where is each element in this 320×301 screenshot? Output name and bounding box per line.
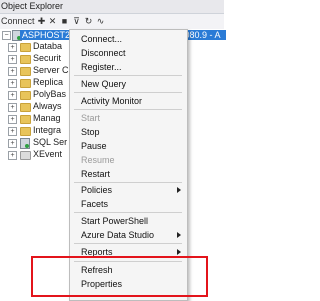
tree-item-label: PolyBas	[33, 89, 67, 99]
menu-item-restart[interactable]: Restart	[81, 169, 110, 180]
menu-item-new-query[interactable]: New Query	[81, 79, 126, 90]
chevron-right-icon	[177, 187, 181, 193]
menu-item-pause[interactable]: Pause	[81, 141, 107, 152]
object-explorer-toolbar: Connect ▾ ✚ ✕ ■ ⊽ ↻ ∿	[0, 14, 224, 38]
menu-item-resume: Resume	[81, 155, 115, 165]
chevron-right-icon	[177, 249, 181, 255]
folder-icon	[20, 127, 31, 136]
tree-item-label: XEvent	[33, 149, 63, 159]
menu-item-policies[interactable]: Policies	[81, 185, 181, 196]
menu-separator	[74, 92, 182, 93]
collapse-icon[interactable]: −	[2, 31, 11, 40]
tree-item-label: Securit	[33, 53, 62, 63]
connect-icon[interactable]: ✚	[37, 15, 46, 27]
folder-icon	[20, 43, 31, 52]
menu-item-start-powershell[interactable]: Start PowerShell	[81, 216, 148, 227]
menu-item-connect[interactable]: Connect...	[81, 34, 122, 45]
menu-separator	[74, 243, 182, 244]
agent-icon	[20, 138, 30, 149]
tree-item-label: SQL Ser	[33, 137, 68, 147]
tree-item-label: Manag	[33, 113, 61, 123]
folder-icon	[20, 55, 31, 64]
highlight-box	[31, 256, 208, 297]
panel-title: Object Explorer	[1, 1, 64, 11]
refresh-icon[interactable]: ↻	[84, 15, 93, 27]
folder-icon	[20, 91, 31, 100]
object-explorer-titlebar: Object Explorer	[0, 0, 224, 14]
menu-item-register[interactable]: Register...	[81, 62, 122, 73]
expand-icon[interactable]: +	[8, 103, 17, 112]
menu-separator	[74, 75, 182, 76]
expand-icon[interactable]: +	[8, 67, 17, 76]
tree-item-label: Integra	[33, 125, 62, 135]
expand-icon[interactable]: +	[8, 79, 17, 88]
menu-item-facets[interactable]: Facets	[81, 199, 108, 210]
expand-icon[interactable]: +	[8, 139, 17, 148]
menu-separator	[74, 182, 182, 183]
expand-icon[interactable]: +	[8, 55, 17, 64]
connect-label: Connect	[1, 16, 35, 26]
folder-icon	[20, 115, 31, 124]
filter-icon[interactable]: ⊽	[72, 15, 81, 27]
xevent-icon	[20, 151, 31, 160]
menu-separator	[74, 212, 182, 213]
expand-icon[interactable]: +	[8, 151, 17, 160]
expand-icon[interactable]: +	[8, 115, 17, 124]
menu-item-disconnect[interactable]: Disconnect	[81, 48, 126, 59]
chevron-right-icon	[177, 232, 181, 238]
folder-icon	[20, 79, 31, 88]
tree-item-label: Always	[33, 101, 62, 111]
folder-icon	[20, 67, 31, 76]
menu-item-label: Policies	[81, 185, 113, 195]
menu-item-start: Start	[81, 113, 101, 123]
stop-icon[interactable]: ■	[60, 15, 69, 27]
expand-icon[interactable]: +	[8, 91, 17, 100]
tree-item-label: Server C	[33, 65, 69, 75]
server-name: ASPHOST2	[22, 30, 71, 40]
menu-item-activity-monitor[interactable]: Activity Monitor	[81, 96, 142, 107]
tree-item-label: Replica	[33, 77, 64, 87]
disconnect-icon[interactable]: ✕	[48, 15, 57, 27]
menu-separator	[74, 109, 182, 110]
folder-icon	[20, 103, 31, 112]
connect-button[interactable]: Connect ▾	[1, 15, 35, 38]
activity-icon[interactable]: ∿	[96, 15, 105, 27]
menu-item-azure-data-studio[interactable]: Azure Data Studio	[81, 230, 154, 241]
expand-icon[interactable]: +	[8, 43, 17, 52]
expand-icon[interactable]: +	[8, 127, 17, 136]
menu-item-stop[interactable]: Stop	[81, 127, 100, 138]
tree-item-label: Databa	[33, 41, 63, 51]
